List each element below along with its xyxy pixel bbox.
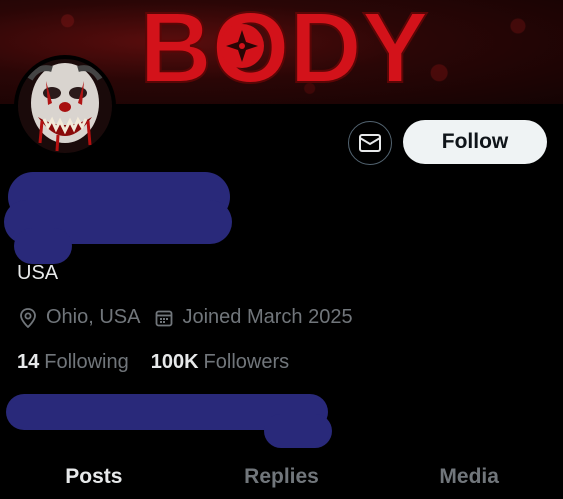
avatar[interactable] [14, 55, 116, 157]
profile-stats: 14 Following 100K Followers [17, 351, 311, 374]
location: Ohio, USA [18, 306, 140, 329]
banner-title: BODY [140, 0, 429, 100]
followers-link[interactable]: 100K Followers [151, 351, 289, 374]
follow-button[interactable]: Follow [403, 120, 547, 164]
followers-label: Followers [203, 351, 290, 373]
following-link[interactable]: 14 Following [17, 351, 129, 374]
envelope-icon [359, 134, 381, 152]
profile-tabs: Posts Replies Media [0, 455, 563, 499]
avatar-image [18, 59, 112, 153]
profile-meta: Ohio, USA Joined March 2025 [18, 306, 367, 329]
shuriken-icon [220, 24, 264, 68]
following-label: Following [44, 351, 129, 373]
tab-media[interactable]: Media [375, 455, 563, 499]
join-date: Joined March 2025 [154, 306, 353, 329]
join-date-text: Joined March 2025 [182, 306, 353, 328]
location-pin-icon [18, 307, 38, 328]
profile-bio: USA [17, 262, 59, 284]
tab-replies[interactable]: Replies [188, 455, 376, 499]
tab-posts[interactable]: Posts [0, 455, 188, 499]
message-button[interactable] [348, 121, 392, 165]
following-count: 14 [17, 351, 40, 373]
banner-logo: BODY [139, 0, 430, 100]
followers-count: 100K [150, 351, 199, 373]
calendar-icon [154, 308, 174, 328]
location-text: Ohio, USA [46, 306, 141, 328]
